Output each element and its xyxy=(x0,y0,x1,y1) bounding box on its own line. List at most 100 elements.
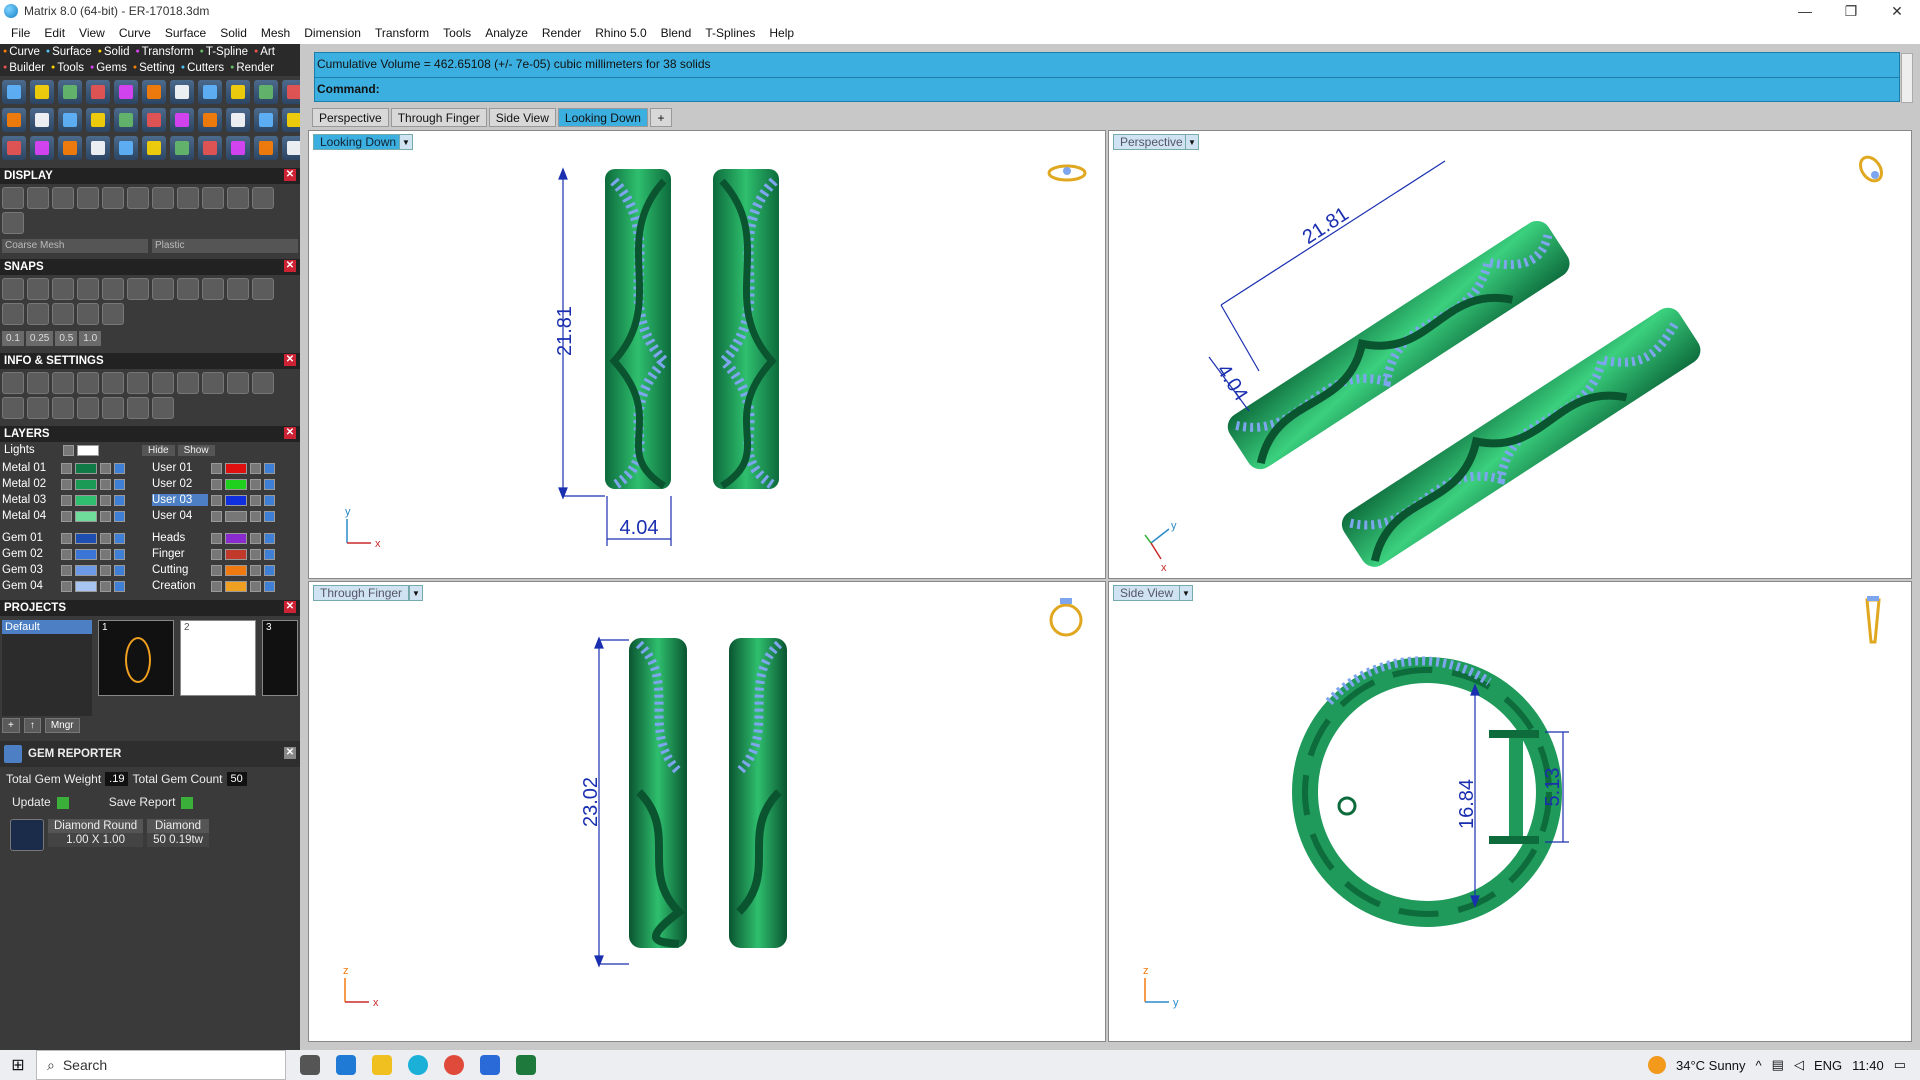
snap-toggle-button[interactable] xyxy=(27,303,49,325)
menu-render[interactable]: Render xyxy=(535,26,588,40)
task-view-icon[interactable] xyxy=(300,1055,320,1075)
hide-button[interactable]: Hide xyxy=(142,444,175,456)
chevron-up-icon[interactable]: ^ xyxy=(1756,1058,1762,1073)
tab-looking-down[interactable]: Looking Down xyxy=(557,108,648,127)
layer-row[interactable]: User 01 xyxy=(152,460,300,476)
layer-expand-toggle[interactable] xyxy=(211,510,222,522)
visibility-icon[interactable] xyxy=(264,494,275,506)
menu-tools[interactable]: Tools xyxy=(436,26,478,40)
tool-button[interactable] xyxy=(226,136,250,160)
menu-view[interactable]: View xyxy=(72,26,112,40)
restore-button[interactable]: ❐ xyxy=(1828,0,1874,22)
tab-side-view[interactable]: Side View xyxy=(488,108,556,127)
info-settings-button[interactable] xyxy=(27,372,49,394)
lock-icon[interactable] xyxy=(100,462,111,474)
display-mode-button[interactable] xyxy=(102,187,124,209)
edge-icon[interactable] xyxy=(336,1055,356,1075)
taskbar-search[interactable]: ⌕ Search xyxy=(36,1050,286,1080)
layer-row[interactable]: Creation xyxy=(152,578,300,594)
display-mode-button[interactable] xyxy=(177,187,199,209)
lock-icon[interactable] xyxy=(250,564,261,576)
layer-row[interactable]: Gem 04 xyxy=(2,578,152,594)
layer-color-swatch[interactable] xyxy=(75,462,97,474)
lock-icon[interactable] xyxy=(100,510,111,522)
layer-row[interactable]: Gem 03 xyxy=(2,562,152,578)
close-icon[interactable]: ✕ xyxy=(284,427,296,439)
viewport-label[interactable]: Side View xyxy=(1113,585,1181,601)
menu-transform[interactable]: Transform xyxy=(368,26,436,40)
photos-icon[interactable] xyxy=(480,1055,500,1075)
close-icon[interactable]: ✕ xyxy=(284,260,296,272)
matrix-taskbar-icon[interactable] xyxy=(408,1055,428,1075)
add-tab-icon[interactable]: + xyxy=(649,108,672,127)
visibility-icon[interactable] xyxy=(264,532,275,544)
display-mode-button[interactable] xyxy=(202,187,224,209)
layer-row[interactable]: Heads xyxy=(152,530,300,546)
layer-row[interactable]: Finger xyxy=(152,546,300,562)
tool-button[interactable] xyxy=(30,108,54,132)
menu-rhino[interactable]: Rhino 5.0 xyxy=(588,26,653,40)
tab-builder[interactable]: Builder xyxy=(0,62,48,74)
network-icon[interactable]: ▤ xyxy=(1772,1057,1784,1073)
tab-solid[interactable]: Solid xyxy=(95,46,133,58)
tab-gems[interactable]: Gems xyxy=(87,62,130,74)
tool-button[interactable] xyxy=(58,108,82,132)
visibility-icon[interactable] xyxy=(264,478,275,490)
layer-row[interactable]: Metal 04 xyxy=(2,508,152,524)
info-settings-button[interactable] xyxy=(2,397,24,419)
tool-button[interactable] xyxy=(226,80,250,104)
tool-button[interactable] xyxy=(86,108,110,132)
info-settings-button[interactable] xyxy=(52,397,74,419)
tool-button[interactable] xyxy=(142,80,166,104)
minimize-button[interactable]: — xyxy=(1782,0,1828,22)
layer-row[interactable]: Metal 01 xyxy=(2,460,152,476)
layer-row[interactable]: Metal 02 xyxy=(2,476,152,492)
viewport-label[interactable]: Looking Down xyxy=(313,134,404,150)
menu-mesh[interactable]: Mesh xyxy=(254,26,297,40)
snap-toggle-button[interactable] xyxy=(52,303,74,325)
display-mode-button[interactable] xyxy=(77,187,99,209)
visibility-icon[interactable] xyxy=(264,564,275,576)
menu-edit[interactable]: Edit xyxy=(37,26,72,40)
layer-row[interactable]: Cutting xyxy=(152,562,300,578)
layer-expand-toggle[interactable] xyxy=(211,532,222,544)
tab-tools[interactable]: Tools xyxy=(48,62,87,74)
layer-expand-toggle[interactable] xyxy=(211,580,222,592)
command-input[interactable] xyxy=(383,82,1584,96)
menu-solid[interactable]: Solid xyxy=(213,26,254,40)
display-mode-button[interactable] xyxy=(227,187,249,209)
layer-color-swatch[interactable] xyxy=(225,462,247,474)
tool-button[interactable] xyxy=(170,108,194,132)
lock-icon[interactable] xyxy=(100,564,111,576)
tool-button[interactable] xyxy=(226,108,250,132)
layer-expand-toggle[interactable] xyxy=(211,478,222,490)
clock[interactable]: 11:40 xyxy=(1852,1058,1884,1073)
notification-icon[interactable]: ▭ xyxy=(1894,1057,1906,1073)
visibility-icon[interactable] xyxy=(114,580,125,592)
layer-color-swatch[interactable] xyxy=(75,478,97,490)
snap-toggle-button[interactable] xyxy=(252,278,274,300)
layer-color-swatch[interactable] xyxy=(75,510,97,522)
layer-expand-toggle[interactable] xyxy=(61,494,72,506)
snap-toggle-button[interactable] xyxy=(102,278,124,300)
layer-color-swatch[interactable] xyxy=(225,564,247,576)
volume-icon[interactable]: ◁ xyxy=(1794,1057,1804,1073)
chrome-icon[interactable] xyxy=(444,1055,464,1075)
tool-button[interactable] xyxy=(2,108,26,132)
excel-icon[interactable] xyxy=(516,1055,536,1075)
snap-toggle-button[interactable] xyxy=(127,278,149,300)
lock-icon[interactable] xyxy=(250,532,261,544)
layer-expand-toggle[interactable] xyxy=(211,564,222,576)
up-project-button[interactable]: ↑ xyxy=(23,718,41,733)
tab-perspective[interactable]: Perspective xyxy=(312,108,389,127)
snap-toggle-button[interactable] xyxy=(2,278,24,300)
close-icon[interactable]: ✕ xyxy=(284,169,296,181)
snap-toggle-button[interactable] xyxy=(77,303,99,325)
info-settings-button[interactable] xyxy=(52,372,74,394)
show-button[interactable]: Show xyxy=(177,444,215,456)
project-thumb[interactable]: 3 xyxy=(262,620,298,696)
tool-button[interactable] xyxy=(30,80,54,104)
menu-surface[interactable]: Surface xyxy=(158,26,213,40)
snap-toggle-button[interactable] xyxy=(202,278,224,300)
visibility-icon[interactable] xyxy=(264,462,275,474)
